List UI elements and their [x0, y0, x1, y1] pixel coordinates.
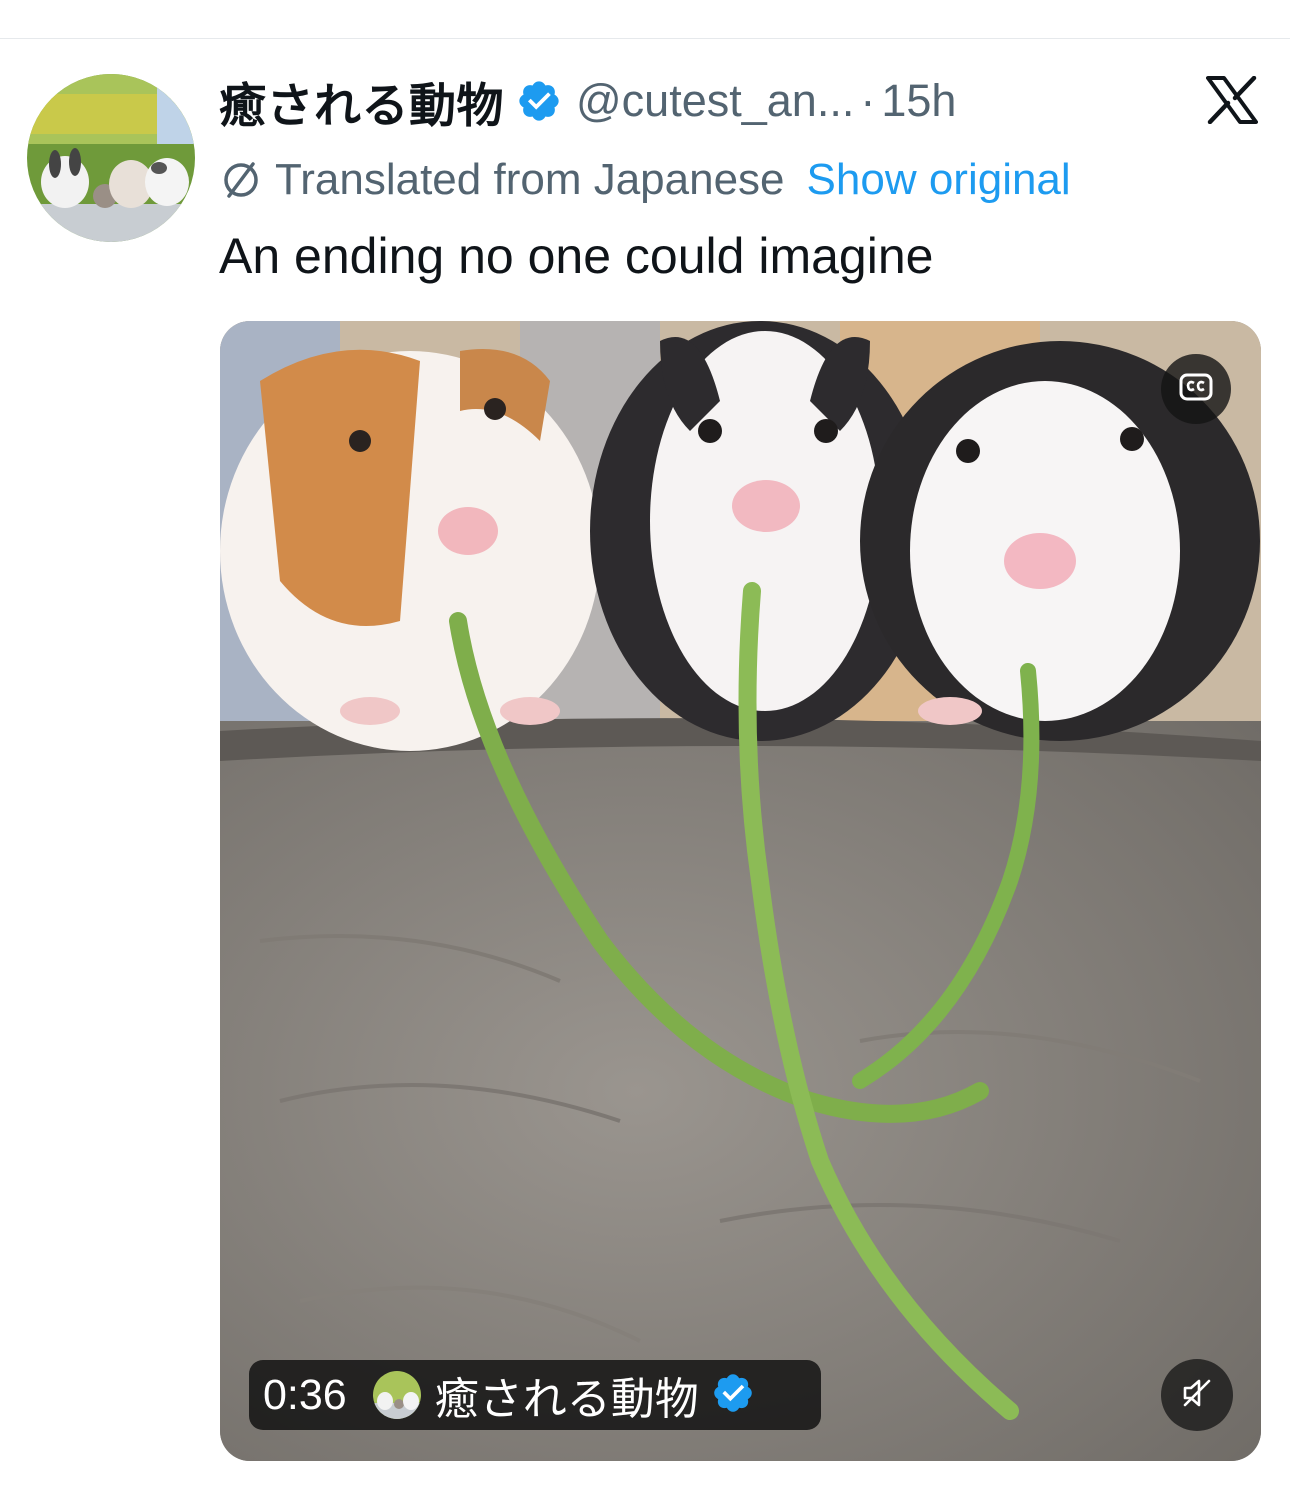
verified-badge-icon: [516, 78, 562, 124]
translated-from-label: Translated from Japanese: [275, 155, 785, 204]
mute-icon: [1179, 1375, 1215, 1416]
author-handle[interactable]: @cutest_an...: [576, 75, 854, 127]
badge-avatar: [372, 1371, 421, 1419]
mute-button[interactable]: [1161, 1359, 1233, 1431]
tweet-text: An ending no one could imagine: [219, 228, 934, 284]
avatar-image: [27, 74, 195, 242]
translate-icon: [219, 158, 263, 202]
separator-dot: ·: [860, 75, 876, 126]
video-duration: 0:36: [263, 1370, 347, 1419]
badge-verified-icon: [711, 1371, 755, 1420]
x-logo-icon[interactable]: [1206, 75, 1258, 125]
video-frame: [220, 321, 1261, 1461]
captions-button[interactable]: [1161, 354, 1231, 424]
show-original-link[interactable]: Show original: [807, 155, 1071, 205]
tweet-header: 癒される動物 @cutest_an... · 15h: [219, 66, 956, 136]
translation-row: Translated from Japanese Show original: [219, 150, 1071, 210]
badge-author-name: 癒される動物: [434, 1375, 699, 1424]
timestamp[interactable]: 15h: [881, 75, 956, 127]
top-divider: [0, 38, 1290, 39]
video-info-badge: 0:36 癒される動物: [249, 1360, 821, 1430]
captions-icon: [1179, 372, 1213, 407]
video-player[interactable]: 0:36 癒される動物: [220, 321, 1261, 1461]
author-display-name[interactable]: 癒される動物: [219, 67, 504, 136]
author-avatar[interactable]: [27, 74, 195, 242]
